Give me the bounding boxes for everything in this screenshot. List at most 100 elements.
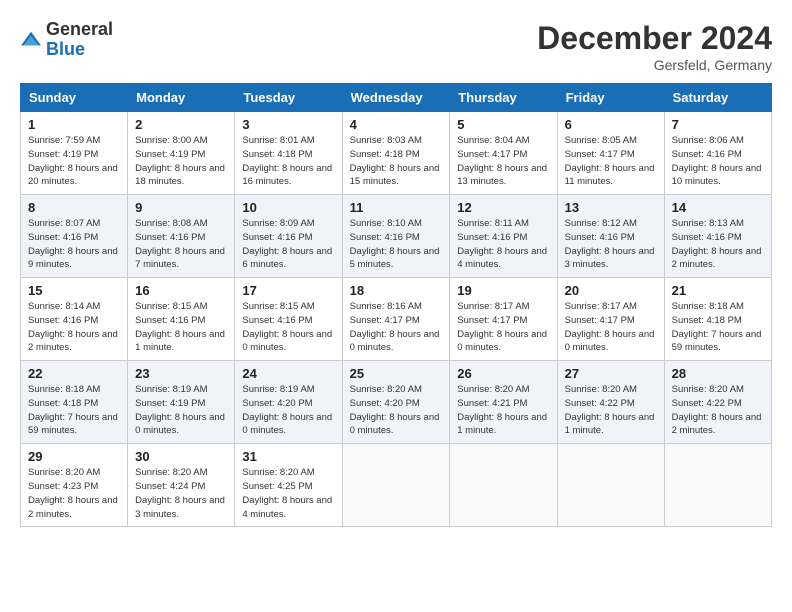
calendar-cell: 26Sunrise: 8:20 AM Sunset: 4:21 PM Dayli… (450, 361, 557, 444)
calendar-week-row: 1 Sunrise: 7:59 AM Sunset: 4:19 PM Daylig… (21, 112, 772, 195)
calendar-cell: 12Sunrise: 8:11 AM Sunset: 4:16 PM Dayli… (450, 195, 557, 278)
calendar-cell: 22Sunrise: 8:18 AM Sunset: 4:18 PM Dayli… (21, 361, 128, 444)
day-number: 2 (135, 117, 227, 132)
day-number: 20 (565, 283, 657, 298)
day-number: 14 (672, 200, 764, 215)
day-of-week-header: Thursday (450, 84, 557, 112)
calendar-week-row: 29 Sunrise: 8:20 AM Sunset: 4:23 PM Dayli… (21, 444, 772, 527)
calendar-cell: 24Sunrise: 8:19 AM Sunset: 4:20 PM Dayli… (235, 361, 342, 444)
day-detail: Sunrise: 8:20 AM Sunset: 4:24 PM Dayligh… (135, 466, 227, 521)
day-number: 23 (135, 366, 227, 381)
day-detail: Sunrise: 7:59 AM Sunset: 4:19 PM Dayligh… (28, 134, 120, 189)
day-number: 9 (135, 200, 227, 215)
calendar-header-row: SundayMondayTuesdayWednesdayThursdayFrid… (21, 84, 772, 112)
day-number: 15 (28, 283, 120, 298)
day-number: 17 (242, 283, 334, 298)
calendar-cell: 9Sunrise: 8:08 AM Sunset: 4:16 PM Daylig… (128, 195, 235, 278)
day-number: 25 (350, 366, 443, 381)
day-number: 4 (350, 117, 443, 132)
day-detail: Sunrise: 8:20 AM Sunset: 4:20 PM Dayligh… (350, 383, 443, 438)
day-detail: Sunrise: 8:20 AM Sunset: 4:23 PM Dayligh… (28, 466, 120, 521)
day-number: 19 (457, 283, 549, 298)
day-number: 8 (28, 200, 120, 215)
calendar-cell: 17 Sunrise: 8:15 AM Sunset: 4:16 PM Dayli… (235, 278, 342, 361)
calendar-week-row: 8 Sunrise: 8:07 AM Sunset: 4:16 PM Daylig… (21, 195, 772, 278)
calendar-body: 1 Sunrise: 7:59 AM Sunset: 4:19 PM Daylig… (21, 112, 772, 527)
calendar-cell: 1 Sunrise: 7:59 AM Sunset: 4:19 PM Daylig… (21, 112, 128, 195)
day-of-week-header: Wednesday (342, 84, 450, 112)
day-detail: Sunrise: 8:18 AM Sunset: 4:18 PM Dayligh… (672, 300, 764, 355)
day-number: 26 (457, 366, 549, 381)
day-number: 6 (565, 117, 657, 132)
calendar-cell: 8 Sunrise: 8:07 AM Sunset: 4:16 PM Daylig… (21, 195, 128, 278)
day-number: 3 (242, 117, 334, 132)
calendar-cell (557, 444, 664, 527)
header: General Blue December 2024 Gersfeld, Ger… (20, 20, 772, 73)
title-area: December 2024 Gersfeld, Germany (537, 20, 772, 73)
day-number: 18 (350, 283, 443, 298)
day-number: 30 (135, 449, 227, 464)
day-detail: Sunrise: 8:01 AM Sunset: 4:18 PM Dayligh… (242, 134, 334, 189)
calendar-cell: 10Sunrise: 8:09 AM Sunset: 4:16 PM Dayli… (235, 195, 342, 278)
calendar-cell: 27 Sunrise: 8:20 AM Sunset: 4:22 PM Dayli… (557, 361, 664, 444)
logo-general-text: General (46, 19, 113, 39)
day-detail: Sunrise: 8:07 AM Sunset: 4:16 PM Dayligh… (28, 217, 120, 272)
month-title: December 2024 (537, 20, 772, 57)
day-detail: Sunrise: 8:20 AM Sunset: 4:22 PM Dayligh… (565, 383, 657, 438)
day-detail: Sunrise: 8:09 AM Sunset: 4:16 PM Dayligh… (242, 217, 334, 272)
calendar-cell: 11 Sunrise: 8:10 AM Sunset: 4:16 PM Dayli… (342, 195, 450, 278)
day-detail: Sunrise: 8:14 AM Sunset: 4:16 PM Dayligh… (28, 300, 120, 355)
day-detail: Sunrise: 8:17 AM Sunset: 4:17 PM Dayligh… (457, 300, 549, 355)
day-of-week-header: Saturday (664, 84, 771, 112)
calendar-cell: 23 Sunrise: 8:19 AM Sunset: 4:19 PM Dayli… (128, 361, 235, 444)
day-detail: Sunrise: 8:11 AM Sunset: 4:16 PM Dayligh… (457, 217, 549, 272)
day-number: 1 (28, 117, 120, 132)
calendar-cell: 4 Sunrise: 8:03 AM Sunset: 4:18 PM Daylig… (342, 112, 450, 195)
day-number: 7 (672, 117, 764, 132)
calendar-cell (450, 444, 557, 527)
calendar-cell: 31 Sunrise: 8:20 AM Sunset: 4:25 PM Dayli… (235, 444, 342, 527)
day-number: 28 (672, 366, 764, 381)
day-detail: Sunrise: 8:05 AM Sunset: 4:17 PM Dayligh… (565, 134, 657, 189)
logo-icon (20, 29, 42, 51)
calendar-cell: 30 Sunrise: 8:20 AM Sunset: 4:24 PM Dayli… (128, 444, 235, 527)
day-number: 31 (242, 449, 334, 464)
day-detail: Sunrise: 8:06 AM Sunset: 4:16 PM Dayligh… (672, 134, 764, 189)
calendar-cell: 5Sunrise: 8:04 AM Sunset: 4:17 PM Daylig… (450, 112, 557, 195)
calendar-cell: 14Sunrise: 8:13 AM Sunset: 4:16 PM Dayli… (664, 195, 771, 278)
day-number: 29 (28, 449, 120, 464)
calendar-cell: 13 Sunrise: 8:12 AM Sunset: 4:16 PM Dayli… (557, 195, 664, 278)
day-number: 11 (350, 200, 443, 215)
day-detail: Sunrise: 8:20 AM Sunset: 4:25 PM Dayligh… (242, 466, 334, 521)
day-detail: Sunrise: 8:15 AM Sunset: 4:16 PM Dayligh… (242, 300, 334, 355)
day-detail: Sunrise: 8:19 AM Sunset: 4:20 PM Dayligh… (242, 383, 334, 438)
day-number: 22 (28, 366, 120, 381)
calendar-week-row: 22Sunrise: 8:18 AM Sunset: 4:18 PM Dayli… (21, 361, 772, 444)
day-number: 13 (565, 200, 657, 215)
day-number: 5 (457, 117, 549, 132)
calendar-cell: 16 Sunrise: 8:15 AM Sunset: 4:16 PM Dayli… (128, 278, 235, 361)
calendar-cell: 25 Sunrise: 8:20 AM Sunset: 4:20 PM Dayli… (342, 361, 450, 444)
day-detail: Sunrise: 8:10 AM Sunset: 4:16 PM Dayligh… (350, 217, 443, 272)
calendar-cell: 2Sunrise: 8:00 AM Sunset: 4:19 PM Daylig… (128, 112, 235, 195)
day-of-week-header: Monday (128, 84, 235, 112)
calendar-cell: 18 Sunrise: 8:16 AM Sunset: 4:17 PM Dayli… (342, 278, 450, 361)
calendar-cell (342, 444, 450, 527)
day-number: 27 (565, 366, 657, 381)
day-detail: Sunrise: 8:03 AM Sunset: 4:18 PM Dayligh… (350, 134, 443, 189)
day-of-week-header: Tuesday (235, 84, 342, 112)
calendar-cell: 29 Sunrise: 8:20 AM Sunset: 4:23 PM Dayli… (21, 444, 128, 527)
day-detail: Sunrise: 8:19 AM Sunset: 4:19 PM Dayligh… (135, 383, 227, 438)
location-title: Gersfeld, Germany (537, 57, 772, 73)
logo-blue-text: Blue (46, 39, 85, 59)
calendar-cell (664, 444, 771, 527)
day-number: 16 (135, 283, 227, 298)
day-detail: Sunrise: 8:12 AM Sunset: 4:16 PM Dayligh… (565, 217, 657, 272)
calendar-cell: 28Sunrise: 8:20 AM Sunset: 4:22 PM Dayli… (664, 361, 771, 444)
calendar-cell: 20 Sunrise: 8:17 AM Sunset: 4:17 PM Dayli… (557, 278, 664, 361)
day-detail: Sunrise: 8:17 AM Sunset: 4:17 PM Dayligh… (565, 300, 657, 355)
day-detail: Sunrise: 8:16 AM Sunset: 4:17 PM Dayligh… (350, 300, 443, 355)
day-detail: Sunrise: 8:15 AM Sunset: 4:16 PM Dayligh… (135, 300, 227, 355)
calendar-cell: 19 Sunrise: 8:17 AM Sunset: 4:17 PM Dayli… (450, 278, 557, 361)
calendar-cell: 6 Sunrise: 8:05 AM Sunset: 4:17 PM Daylig… (557, 112, 664, 195)
